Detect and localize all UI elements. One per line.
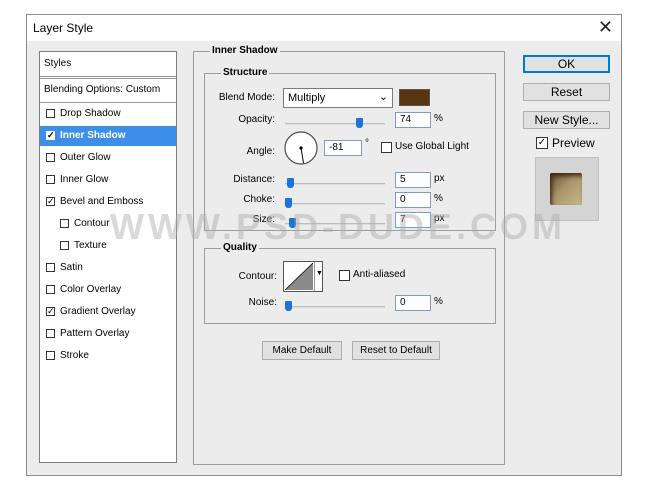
distance-slider-track[interactable] [285,183,385,185]
sidebar-item-label: Outer Glow [60,152,111,163]
opacity-slider-thumb[interactable] [356,118,363,128]
use-global-light-label: Use Global Light [395,141,469,152]
opacity-unit: % [434,113,443,124]
angle-label: Angle: [246,146,275,157]
checkbox[interactable] [46,285,55,294]
styles-header-label: Styles [44,58,72,69]
blend-mode-label: Blend Mode: [218,92,275,103]
angle-unit: ° [365,138,369,149]
opacity-label: Opacity: [238,114,275,125]
sidebar-item-label: Color Overlay [60,284,122,295]
ok-button[interactable]: OK [523,55,610,73]
sidebar-item-label: Gradient Overlay [60,306,136,317]
choke-slider-track[interactable] [285,203,385,205]
reset-button[interactable]: Reset [523,83,610,101]
preview-checkbox[interactable]: ✓ [536,137,548,149]
styles-list: Styles Blending Options: Custom Drop Sha… [39,51,177,463]
divider [40,78,176,79]
inner-shadow-panel: Inner Shadow Structure Blend Mode: Multi… [193,45,505,465]
chevron-down-icon: ⌄ [378,91,388,103]
distance-unit: px [434,173,445,184]
sidebar-item-inner-shadow[interactable]: ✓ Inner Shadow [40,126,176,146]
checkbox[interactable] [46,175,55,184]
sidebar-item-label: Inner Glow [60,174,109,185]
divider [314,262,315,291]
sidebar-item-label: Drop Shadow [60,108,121,119]
noise-field[interactable]: 0 [395,295,431,311]
angle-dial[interactable] [283,130,319,166]
sidebar-item-outer-glow[interactable]: Outer Glow [40,148,176,168]
close-icon[interactable]: ✕ [598,17,613,38]
styles-header[interactable]: Styles [40,54,176,74]
sidebar-item-label: Pattern Overlay [60,328,130,339]
preview-swatch [550,173,582,205]
blending-options[interactable]: Blending Options: Custom [40,80,176,100]
noise-slider-thumb[interactable] [285,301,292,311]
sidebar-item-gradient-overlay[interactable]: ✓ Gradient Overlay [40,302,176,322]
noise-unit: % [434,296,443,307]
checkbox[interactable] [60,219,69,228]
blending-options-label: Blending Options: Custom [44,84,161,95]
divider [40,102,176,103]
divider [40,76,176,77]
distance-field[interactable]: 5 [395,172,431,188]
quality-group: Quality Contour: ▼ Anti-aliased Noise: 0… [204,242,496,324]
distance-slider-thumb[interactable] [287,178,294,188]
sidebar-item-stroke[interactable]: Stroke [40,346,176,366]
checkbox[interactable]: ✓ [46,197,55,206]
reset-to-default-button[interactable]: Reset to Default [352,341,440,360]
blend-mode-value: Multiply [288,92,326,104]
checkbox[interactable] [46,351,55,360]
checkbox[interactable]: ✓ [46,307,55,316]
title-bar: Layer Style ✕ [27,15,621,41]
sidebar-item-label: Stroke [60,350,89,361]
choke-label: Choke: [243,194,275,205]
angle-field[interactable]: -81 [324,140,362,156]
noise-label: Noise: [248,297,277,308]
contour-label: Contour: [238,271,277,282]
noise-slider-track[interactable] [285,306,385,308]
sidebar-item-satin[interactable]: Satin [40,258,176,278]
new-style-button[interactable]: New Style... [523,111,610,129]
chevron-down-icon[interactable]: ▼ [316,270,323,277]
sidebar-item-pattern-overlay[interactable]: Pattern Overlay [40,324,176,344]
panel-title: Inner Shadow [210,45,280,56]
blend-mode-select[interactable]: Multiply ⌄ [283,88,393,108]
checkbox[interactable] [46,263,55,272]
sidebar-item-inner-glow[interactable]: Inner Glow [40,170,176,190]
checkbox[interactable]: ✓ [46,131,55,140]
sidebar-item-label: Satin [60,262,83,273]
sidebar-item-label: Contour [74,218,110,229]
checkbox[interactable] [46,109,55,118]
window-title: Layer Style [33,21,94,35]
preview-label: Preview [552,136,595,150]
checkbox[interactable] [46,153,55,162]
sidebar-item-label: Texture [74,240,107,251]
checkbox[interactable] [60,241,69,250]
shadow-color-swatch[interactable] [399,89,430,106]
distance-label: Distance: [233,174,275,185]
make-default-button[interactable]: Make Default [262,341,342,360]
use-global-light-checkbox[interactable] [381,142,392,153]
structure-title: Structure [221,67,270,78]
watermark: WWW.PSD-DUDE.COM [110,206,566,247]
checkbox[interactable] [46,329,55,338]
opacity-slider-track[interactable] [285,123,385,125]
choke-unit: % [434,193,443,204]
opacity-field[interactable]: 74 [395,112,431,128]
contour-picker[interactable]: ▼ [283,261,323,292]
sidebar-item-color-overlay[interactable]: Color Overlay [40,280,176,300]
sidebar-item-drop-shadow[interactable]: Drop Shadow [40,104,176,124]
sidebar-item-label: Inner Shadow [60,130,126,141]
anti-aliased-checkbox[interactable] [339,270,350,281]
anti-aliased-label: Anti-aliased [353,269,406,280]
